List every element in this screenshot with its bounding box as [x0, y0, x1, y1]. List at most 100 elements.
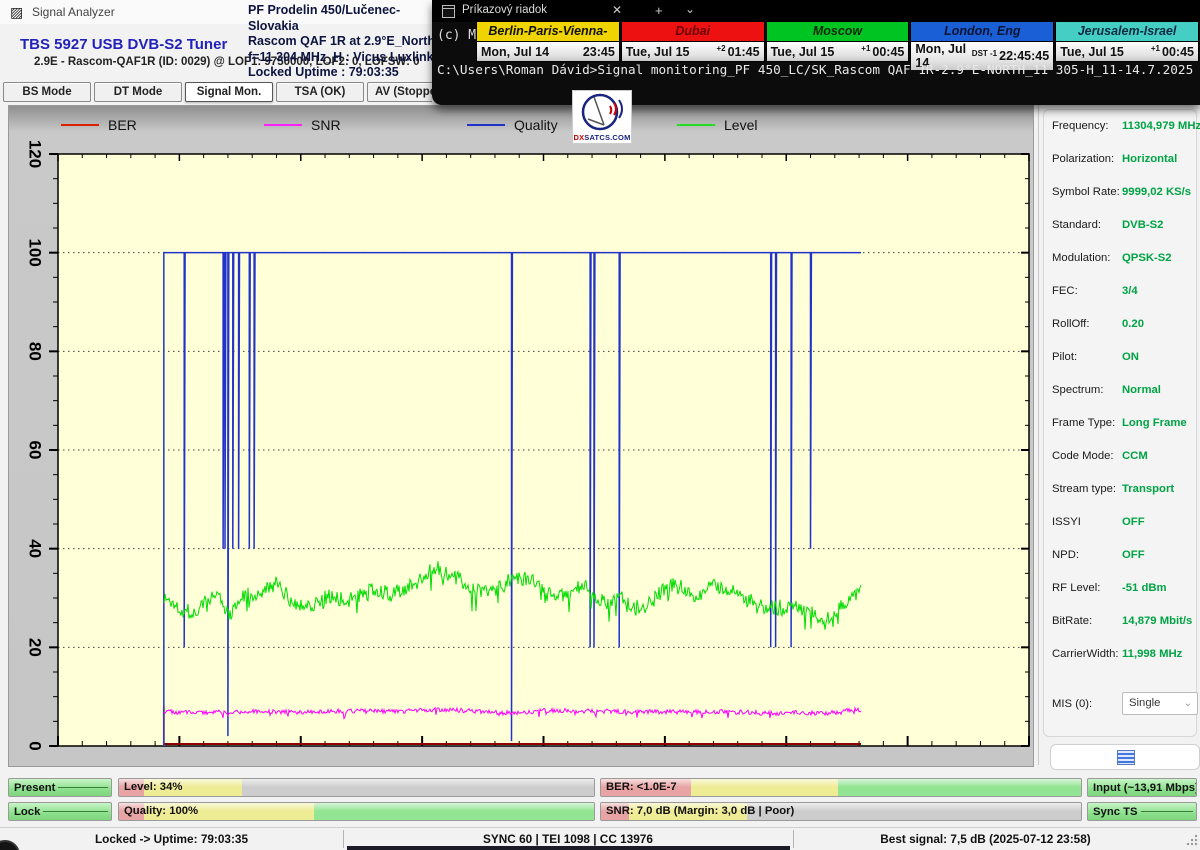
- legend-line-swatch: [264, 124, 302, 126]
- input-bar-label: Input (~13,91 Mbps): [1093, 782, 1197, 794]
- param-value: Long Frame: [1122, 417, 1187, 429]
- param-row-rf-level: RF Level:-51 dBm: [1052, 582, 1192, 596]
- param-label: Standard:: [1052, 219, 1101, 231]
- param-value: DVB-S2: [1122, 219, 1163, 231]
- lock-bar: Lock: [8, 802, 112, 821]
- ber-bar: BER: <1.0E-7: [600, 778, 1082, 797]
- param-value: OFF: [1122, 516, 1145, 528]
- clock-jerusalem-israel: Jerusalem-IsraelTue, Jul 15+100:45: [1055, 21, 1199, 62]
- terminal-window[interactable]: Príkazový riadok ✕ + ⌄ (c) Mi Berlin-Par…: [432, 0, 1200, 105]
- param-value: 3/4: [1122, 285, 1138, 297]
- param-row-frequency: Frequency:11304,979 MHz: [1052, 120, 1192, 134]
- param-row-npd: NPD:OFF: [1052, 549, 1192, 563]
- tuner-title: TBS 5927 USB DVB-S2 Tuner: [20, 36, 227, 53]
- clock-city: London, Eng: [911, 22, 1053, 42]
- parameters-box: Frequency:11304,979 MHz Polarization:Hori…: [1043, 109, 1197, 737]
- param-row-polarization: Polarization:Horizontal: [1052, 153, 1192, 167]
- clock-london-eng: London, EngMon, Jul 14DST -122:45:45: [910, 21, 1054, 62]
- input-bar: Input (~13,91 Mbps): [1087, 778, 1197, 797]
- bar-shine: [119, 779, 594, 787]
- tab-signal-mon[interactable]: Signal Mon.: [185, 82, 273, 102]
- bar-tail-line: [43, 811, 108, 812]
- parameters-panel: Frequency:11304,979 MHz Polarization:Hori…: [1038, 105, 1200, 765]
- tab-dt-mode[interactable]: DT Mode: [94, 82, 182, 102]
- tab-tsa-ok[interactable]: TSA (OK): [276, 82, 364, 102]
- status-sync-counters: SYNC 60 | TEI 1098 | CC 13976: [343, 832, 793, 846]
- annotation-line: f=11 304 MHz_H : Vicus Luxlink: [248, 50, 438, 66]
- clock-time: 01:45: [728, 45, 760, 59]
- param-row-stream-type: Stream type:Transport: [1052, 483, 1192, 497]
- param-row-fec: FEC:3/4: [1052, 285, 1192, 299]
- param-label: Code Mode:: [1052, 450, 1114, 462]
- param-row-issyi: ISSYI OFF: [1052, 516, 1192, 530]
- clock-utc-offset: DST -1: [972, 49, 997, 58]
- terminal-command-line[interactable]: C:\Users\Roman Dávid>Signal monitoring_P…: [437, 62, 1197, 77]
- clock-time: 23:45: [583, 45, 615, 59]
- bar-tail-line: [1141, 811, 1193, 812]
- clock-city: Berlin-Paris-Vienna-Roma: [477, 22, 619, 42]
- legend-label: Level: [724, 117, 757, 133]
- param-value: 11304,979 MHz: [1122, 120, 1200, 132]
- resize-grip[interactable]: [1185, 834, 1198, 847]
- tab-bar: BS ModeDT ModeSignal Mon.TSA (OK)AV (Sto…: [0, 82, 432, 105]
- param-label: ISSYI: [1052, 516, 1081, 528]
- param-row-pilot: Pilot: ON: [1052, 351, 1192, 365]
- clock-moscow: MoscowTue, Jul 15+100:45: [766, 21, 910, 62]
- terminal-close-icon[interactable]: ✕: [612, 3, 622, 17]
- clock-date: Tue, Jul 15: [626, 45, 717, 59]
- param-label: Frame Type:: [1052, 417, 1115, 429]
- transport-list-button[interactable]: [1050, 744, 1200, 770]
- svg-text:120: 120: [26, 140, 45, 168]
- svg-text:40: 40: [26, 539, 45, 558]
- clock-dubai: DubaiTue, Jul 15+201:45: [621, 21, 765, 62]
- param-label: RollOff:: [1052, 318, 1089, 330]
- annotation-block: PF Prodelin 450/Lučenec-Slovakia Rascom …: [248, 3, 438, 81]
- param-value: Normal: [1122, 384, 1161, 396]
- chevron-down-icon: ⌄: [1184, 693, 1192, 714]
- legend-line-swatch: [61, 124, 99, 126]
- param-row-code-mode: Code Mode:CCM: [1052, 450, 1192, 464]
- dxsatcs-logo-text: DXSATCS.COM: [573, 133, 631, 142]
- chart-panel: BERSNRQualityLevel 020406080100120: [8, 105, 1034, 767]
- clock-time: 00:45: [872, 45, 904, 59]
- annotation-line: Locked Uptime : 79:03:35: [248, 65, 438, 81]
- param-label: CarrierWidth:: [1052, 648, 1119, 660]
- clock-berlin-paris-vienna-roma: Berlin-Paris-Vienna-Roma Mon, Jul 1423:45: [476, 21, 620, 62]
- mis-dropdown[interactable]: Single⌄: [1122, 692, 1198, 715]
- level-bar: Level: 34%: [118, 778, 595, 797]
- param-label: Pilot:: [1052, 351, 1077, 363]
- terminal-new-tab-icon[interactable]: +: [655, 3, 663, 18]
- terminal-dropdown-icon[interactable]: ⌄: [685, 2, 695, 16]
- param-value: 9999,02 KS/s: [1122, 186, 1191, 198]
- legend-item-quality: Quality: [467, 115, 558, 135]
- clock-date: Mon, Jul 14: [481, 45, 581, 59]
- app-icon: ▨: [10, 4, 23, 21]
- clock-utc-offset: +1: [861, 44, 870, 53]
- signal-chart: 020406080100120: [9, 106, 1033, 766]
- param-row-frame-type: Frame Type: Long Frame: [1052, 417, 1192, 431]
- terminal-titlebar[interactable]: Príkazový riadok ✕ + ⌄: [432, 0, 1200, 22]
- clock-city: Dubai: [622, 22, 764, 42]
- param-row-modulation: Modulation:QPSK-S2: [1052, 252, 1192, 266]
- param-label: NPD:: [1052, 549, 1079, 561]
- svg-text:80: 80: [26, 342, 45, 361]
- bar-tail-line: [58, 787, 108, 788]
- legend-line-swatch: [467, 124, 505, 126]
- snr-bar: SNR: 7,0 dB (Margin: 3,0 dB | Poor): [600, 802, 1082, 821]
- quality-bar: Quality: 100%: [118, 802, 595, 821]
- app-title: Signal Analyzer: [32, 5, 115, 19]
- svg-text:60: 60: [26, 441, 45, 460]
- chart-legend: BERSNRQualityLevel: [9, 115, 1033, 137]
- annotation-line: Rascom QAF 1R at 2.9°E_North: [248, 34, 438, 50]
- screen: ▨ Signal Analyzer TBS 5927 USB DVB-S2 Tu…: [0, 0, 1200, 850]
- ber-bar-label: BER: <1.0E-7: [606, 781, 677, 793]
- param-value: 14,879 Mbit/s: [1122, 615, 1192, 627]
- param-value: Horizontal: [1122, 153, 1177, 165]
- sync-ts-bar-label: Sync TS: [1093, 806, 1138, 818]
- clock-time: 22:45:45: [999, 49, 1049, 63]
- tab-av-stopped[interactable]: AV (Stopped): [367, 82, 432, 102]
- svg-text:100: 100: [26, 238, 45, 266]
- param-value: ON: [1122, 351, 1139, 363]
- tab-bs-mode[interactable]: BS Mode: [3, 82, 91, 102]
- snr-bar-label: SNR: 7,0 dB (Margin: 3,0 dB | Poor): [606, 805, 794, 817]
